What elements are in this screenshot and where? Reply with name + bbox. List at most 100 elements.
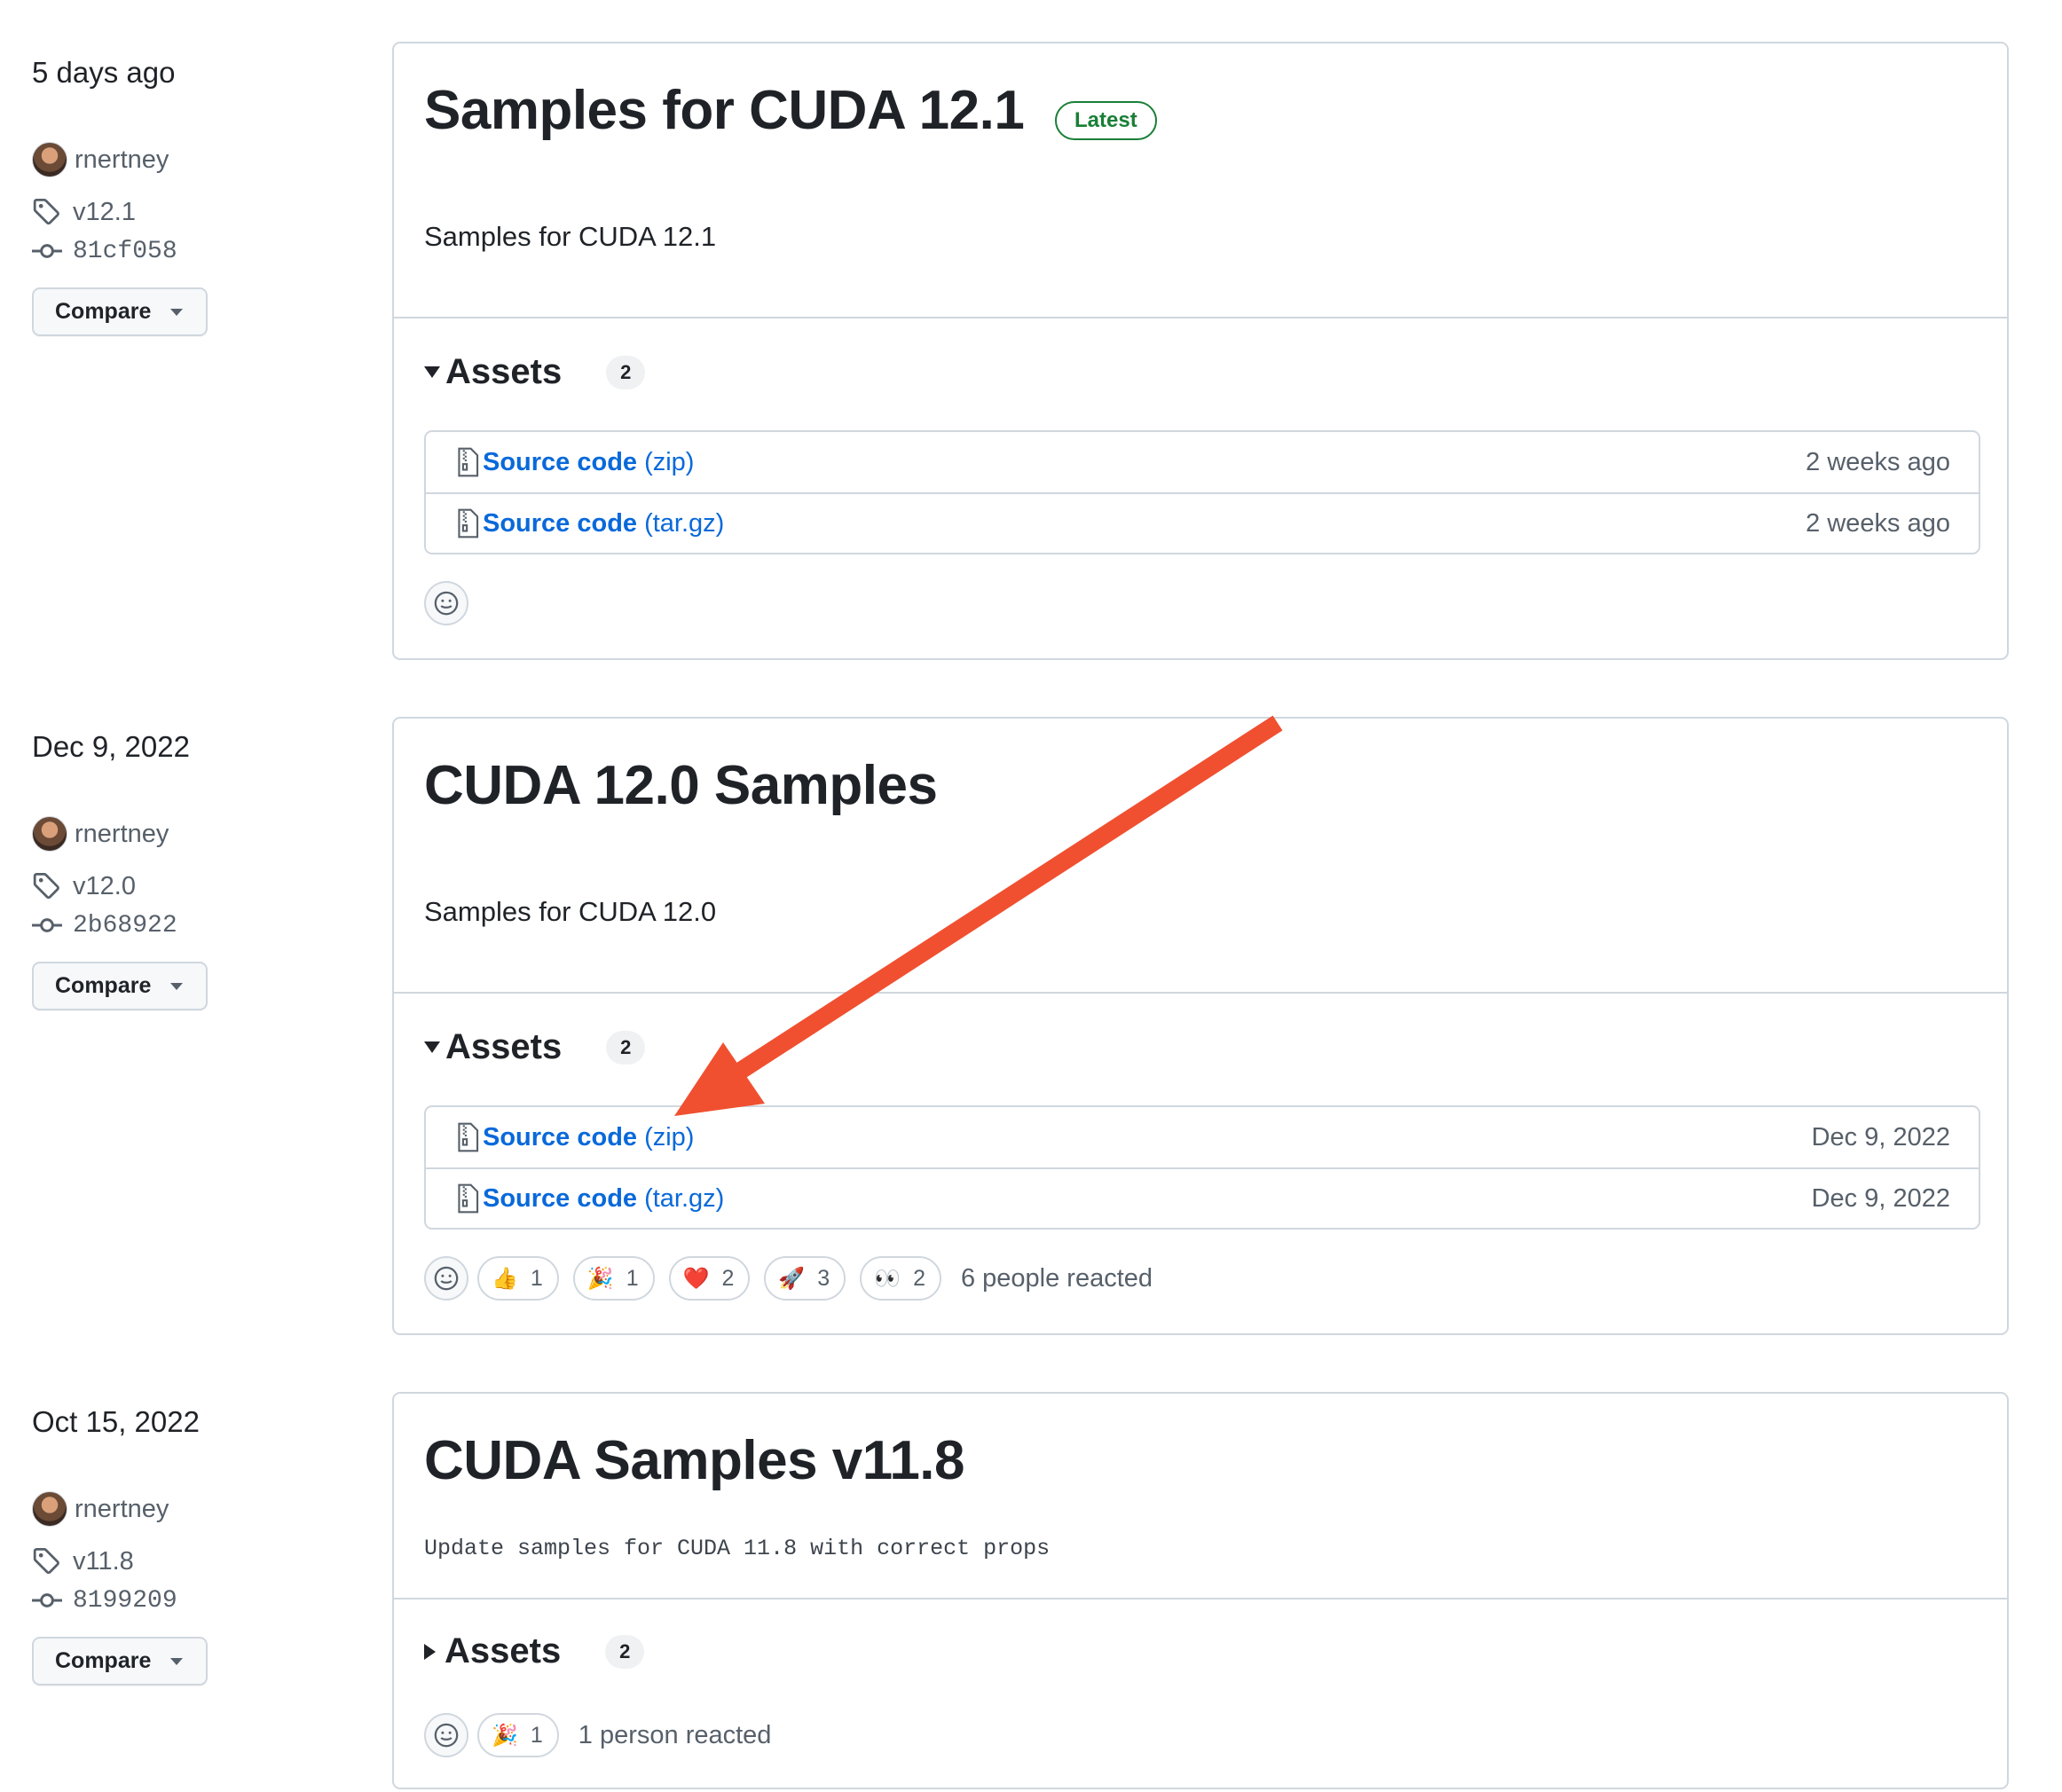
- assets-count: 2: [605, 1634, 645, 1669]
- reaction-count: 2: [721, 1265, 735, 1291]
- asset-type[interactable]: (tar.gz): [644, 509, 724, 538]
- tag-name[interactable]: v12.1: [73, 198, 136, 227]
- asset-name[interactable]: Source code: [483, 1123, 637, 1152]
- caret-down-icon: [170, 308, 184, 316]
- file-zip-icon: [458, 447, 479, 477]
- reaction-tada[interactable]: 🎉 1: [477, 1713, 559, 1757]
- reaction-count: 1: [626, 1265, 639, 1291]
- asset-type[interactable]: (tar.gz): [644, 1184, 724, 1214]
- release-tag[interactable]: v12.1: [32, 197, 136, 227]
- tada-icon: 🎉: [586, 1266, 614, 1291]
- triangle-right-icon: [424, 1643, 436, 1660]
- divider: [394, 992, 2007, 994]
- release-card: CUDA 12.0 Samples Samples for CUDA 12.0 …: [392, 717, 2009, 1335]
- compare-label: Compare: [55, 1648, 152, 1673]
- reacted-summary[interactable]: 1 person reacted: [578, 1721, 772, 1750]
- assets-list: Source code (zip) 2 weeks ago Source cod…: [424, 430, 1980, 554]
- release-date: Dec 9, 2022: [32, 730, 190, 763]
- asset-date: 2 weeks ago: [1806, 447, 1950, 476]
- author-name[interactable]: rnertney: [75, 820, 169, 849]
- assets-toggle[interactable]: Assets 2: [424, 352, 646, 392]
- release-commit[interactable]: 8199209: [32, 1585, 177, 1615]
- tag-name[interactable]: v11.8: [73, 1547, 134, 1576]
- release-description: Samples for CUDA 12.1: [424, 221, 717, 252]
- file-zip-icon: [458, 1122, 479, 1152]
- assets-count: 2: [606, 355, 646, 389]
- smiley-icon: [434, 1266, 459, 1291]
- release-commit[interactable]: 81cf058: [32, 236, 177, 266]
- asset-name[interactable]: Source code: [483, 1184, 637, 1214]
- release-commit[interactable]: 2b68922: [32, 910, 177, 940]
- avatar[interactable]: [32, 1491, 67, 1527]
- compare-button[interactable]: Compare: [32, 1637, 208, 1686]
- release-author[interactable]: rnertney: [32, 816, 169, 852]
- reacted-summary[interactable]: 6 people reacted: [961, 1264, 1153, 1293]
- compare-label: Compare: [55, 299, 152, 324]
- asset-date: 2 weeks ago: [1806, 508, 1950, 538]
- asset-type[interactable]: (zip): [644, 1123, 694, 1152]
- caret-down-icon: [170, 982, 184, 990]
- release-date: 5 days ago: [32, 56, 176, 89]
- release-title[interactable]: CUDA 12.0 Samples: [424, 754, 938, 817]
- release-description: Samples for CUDA 12.0: [424, 896, 717, 927]
- file-zip-icon: [458, 508, 479, 538]
- release-title[interactable]: Samples for CUDA 12.1: [424, 79, 1025, 142]
- rocket-icon: 🚀: [778, 1266, 806, 1291]
- reaction-thumbs-up[interactable]: 👍 1: [477, 1256, 559, 1301]
- release-author[interactable]: rnertney: [32, 1491, 169, 1527]
- reaction-tada[interactable]: 🎉 1: [572, 1256, 655, 1301]
- compare-button[interactable]: Compare: [32, 287, 208, 336]
- add-reaction-button[interactable]: [424, 1256, 468, 1301]
- git-commit-icon: [32, 244, 62, 258]
- tag-icon: [33, 1548, 59, 1575]
- asset-row-zip[interactable]: Source code (zip) 2 weeks ago: [426, 432, 1979, 492]
- asset-date: Dec 9, 2022: [1811, 1122, 1950, 1151]
- reaction-count: 3: [817, 1265, 830, 1291]
- smiley-icon: [434, 1723, 459, 1748]
- smiley-icon: [434, 591, 459, 616]
- assets-toggle[interactable]: Assets 2: [424, 1631, 645, 1671]
- reactions-bar: 🎉 1 1 person reacted: [424, 1713, 771, 1757]
- release-author[interactable]: rnertney: [32, 142, 169, 177]
- asset-row-zip[interactable]: Source code (zip) Dec 9, 2022: [426, 1107, 1979, 1167]
- assets-label: Assets: [445, 1027, 563, 1066]
- assets-toggle[interactable]: Assets 2: [424, 1027, 646, 1067]
- release-tag[interactable]: v12.0: [32, 871, 136, 901]
- reaction-rocket[interactable]: 🚀 3: [764, 1256, 846, 1301]
- asset-row-targz[interactable]: Source code (tar.gz) Dec 9, 2022: [426, 1167, 1979, 1228]
- release-tag[interactable]: v11.8: [32, 1546, 134, 1576]
- reaction-count: 1: [530, 1722, 543, 1748]
- reaction-eyes[interactable]: 👀 2: [860, 1256, 941, 1301]
- caret-down-icon: [170, 1657, 184, 1665]
- commit-sha[interactable]: 2b68922: [73, 912, 177, 939]
- divider: [394, 317, 2007, 318]
- author-name[interactable]: rnertney: [75, 1495, 169, 1524]
- heart-icon: ❤️: [682, 1266, 710, 1291]
- asset-date: Dec 9, 2022: [1811, 1183, 1950, 1213]
- commit-sha[interactable]: 8199209: [73, 1587, 177, 1615]
- tag-icon: [33, 199, 59, 225]
- divider: [394, 1598, 2007, 1599]
- thumbs-up-icon: 👍: [492, 1266, 518, 1291]
- asset-name[interactable]: Source code: [483, 448, 637, 477]
- asset-row-targz[interactable]: Source code (tar.gz) 2 weeks ago: [426, 492, 1979, 553]
- add-reaction-button[interactable]: [424, 1713, 468, 1757]
- tada-icon: 🎉: [492, 1723, 518, 1748]
- avatar[interactable]: [32, 142, 67, 177]
- author-name[interactable]: rnertney: [75, 145, 169, 175]
- tag-name[interactable]: v12.0: [73, 872, 136, 901]
- compare-button[interactable]: Compare: [32, 962, 208, 1010]
- compare-label: Compare: [55, 973, 152, 998]
- reaction-heart[interactable]: ❤️ 2: [668, 1256, 751, 1301]
- assets-label: Assets: [445, 1631, 562, 1670]
- triangle-down-icon: [424, 366, 440, 378]
- git-commit-icon: [32, 918, 62, 932]
- avatar[interactable]: [32, 816, 67, 852]
- git-commit-icon: [32, 1593, 62, 1607]
- add-reaction-button[interactable]: [424, 581, 468, 625]
- release-title[interactable]: CUDA Samples v11.8: [424, 1429, 965, 1492]
- reactions-bar: [424, 581, 477, 625]
- asset-type[interactable]: (zip): [644, 448, 694, 477]
- asset-name[interactable]: Source code: [483, 509, 637, 538]
- commit-sha[interactable]: 81cf058: [73, 238, 177, 265]
